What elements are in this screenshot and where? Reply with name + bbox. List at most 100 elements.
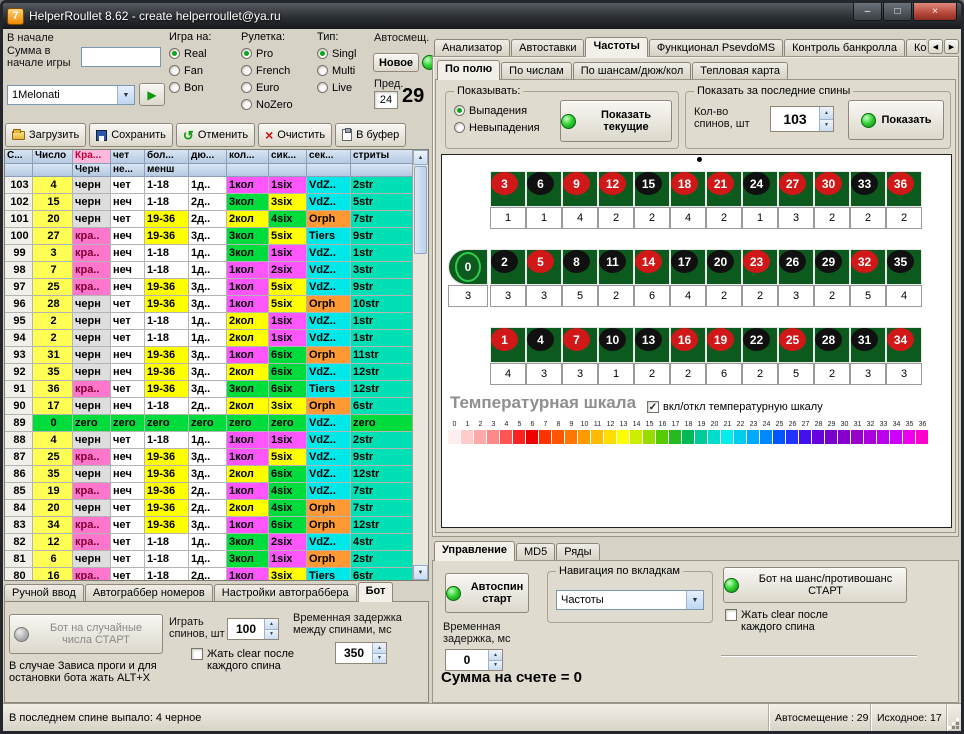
field-count-15: 2 [634, 207, 670, 229]
spin-row[interactable]: 10120чернчет19-362д..2кол4sixOrph7str [5, 211, 428, 228]
game-option-0[interactable]: Real [169, 45, 237, 62]
clear-after-spin-checkbox[interactable]: Жать clear после каждого спина [725, 609, 845, 633]
play-button[interactable]: ▶ [139, 83, 165, 106]
clear-after-spin-checkbox[interactable]: Жать clear после каждого спина [191, 648, 295, 672]
combo-arrow-icon[interactable]: ▼ [686, 591, 703, 609]
toolbar-load-button[interactable]: Загрузить [5, 123, 86, 147]
spin-row[interactable]: 987кра..неч1-181д..1кол2sixVdZ..3str [5, 262, 428, 279]
spin-row[interactable]: 816чернчет1-181д..3кол1sixOrph2str [5, 551, 428, 568]
roulette-option-1[interactable]: French [241, 62, 313, 79]
show-current-button[interactable]: Показать текущие [560, 100, 672, 142]
spin-up-button[interactable]: ▲ [489, 650, 502, 661]
tabs-scroll-right-button[interactable]: ▶ [944, 39, 959, 54]
spin-row[interactable]: 9017черннеч1-182д..2кол3sixOrph6str [5, 398, 428, 415]
toolbar-copy-buffer-button[interactable]: В буфер [335, 123, 406, 147]
freq-tab-2[interactable]: По шансам/дюж/кол [573, 62, 692, 80]
combo-arrow-icon[interactable]: ▼ [117, 86, 134, 104]
control-tab-2[interactable]: Ряды [556, 543, 599, 561]
temperature-scale-checkbox[interactable]: ✓ вкл/откл температурную шкалу [647, 401, 867, 413]
main-tab-5[interactable]: Колесо [906, 39, 926, 57]
spin-up-button[interactable]: ▲ [373, 643, 386, 654]
show-option-1[interactable]: Невыпадения [454, 119, 540, 136]
type-option-0[interactable]: Singl [317, 45, 371, 62]
spin-row[interactable]: 1034чернчет1-181д..1кол1sixVdZ..2str [5, 177, 428, 194]
titlebar[interactable]: 7 HelperRoullet 8.62 - create helperroul… [3, 3, 961, 29]
main-tab-3[interactable]: Функционал PsevdoMS [649, 39, 783, 57]
input-tab-0[interactable]: Ручной ввод [4, 584, 84, 602]
table-scrollbar[interactable]: ▲ ▼ [412, 150, 428, 580]
tabs-scroll-left-button[interactable]: ◀ [928, 39, 943, 54]
toolbar-save-button[interactable]: Сохранить [89, 123, 173, 147]
spin-row[interactable]: 942чернчет1-181д..2кол1sixVdZ..1str [5, 330, 428, 347]
freq-tab-0[interactable]: По полю [437, 60, 500, 80]
spin-row[interactable]: 8519кра..неч19-362д..1кол4sixVdZ..7str [5, 483, 428, 500]
type-option-2[interactable]: Live [317, 79, 371, 96]
spin-row[interactable]: 10215черннеч1-182д..3кол3sixVdZ..5str [5, 194, 428, 211]
game-option-2[interactable]: Bon [169, 79, 237, 96]
roulette-option-0[interactable]: Pro [241, 45, 313, 62]
spin-down-button[interactable]: ▼ [373, 654, 386, 664]
spins-count-value[interactable]: 100 [228, 619, 264, 639]
toolbar-clear-button[interactable]: ×Очистить [258, 123, 332, 147]
main-tab-0[interactable]: Анализатор [434, 39, 510, 57]
new-autoshift-button[interactable]: Новое [373, 53, 419, 72]
spin-delay-value[interactable]: 350 [336, 643, 372, 663]
resize-grip[interactable] [947, 704, 961, 731]
preset-combo[interactable]: 1Melonati ▼ [7, 85, 135, 105]
scroll-up-icon[interactable]: ▲ [413, 150, 428, 165]
spin-row[interactable]: 993кра..неч1-181д..3кол1sixVdZ..1str [5, 245, 428, 262]
spin-row[interactable]: 10027кра..неч19-363д..3кол5sixTiers9str [5, 228, 428, 245]
last-spins-value[interactable]: 103 [771, 107, 819, 131]
spin-row[interactable]: 8635черннеч19-363д..2кол6sixVdZ..12str [5, 466, 428, 483]
freq-tab-3[interactable]: Тепловая карта [692, 62, 788, 80]
freq-tab-1[interactable]: По числам [501, 62, 572, 80]
maximize-button[interactable]: □ [883, 3, 912, 21]
spin-row[interactable]: 8420чернчет19-362д..2кол4sixOrph7str [5, 500, 428, 517]
control-tab-1[interactable]: MD5 [516, 543, 555, 561]
main-tab-4[interactable]: Контроль банкролла [784, 39, 905, 57]
field-number-25: 25 [778, 327, 814, 363]
color-cell: кра.. [73, 279, 111, 296]
roulette-option-3[interactable]: NoZero [241, 96, 313, 113]
spin-up-button[interactable]: ▲ [265, 619, 278, 630]
spin-row[interactable]: 9725кра..неч19-363д..1кол5sixVdZ..9str [5, 279, 428, 296]
spin-row[interactable]: 952чернчет1-181д..2кол1sixVdZ..1str [5, 313, 428, 330]
spin-down-button[interactable]: ▼ [820, 120, 833, 132]
control-delay-value[interactable]: 0 [446, 650, 488, 670]
spin-row[interactable]: 8016кра..чет1-182д..1кол3sixTiers6str [5, 568, 428, 581]
start-sum-input[interactable] [81, 47, 161, 67]
close-button[interactable]: × [913, 3, 957, 21]
spin-row[interactable]: 8212кра..чет1-181д..3кол2sixVdZ..4str [5, 534, 428, 551]
roulette-option-2[interactable]: Euro [241, 79, 313, 96]
spin-row[interactable]: 884чернчет1-181д..1кол1sixVdZ..2str [5, 432, 428, 449]
tab-navigation-combo[interactable]: Частоты ▼ [556, 590, 704, 610]
input-tab-2[interactable]: Настройки автограббера [214, 584, 357, 602]
spin-row[interactable]: 890zerozerozerozerozerozeroVdZ..zero [5, 415, 428, 432]
control-tab-0[interactable]: Управление [434, 541, 515, 561]
spin-row[interactable]: 9628чернчет19-363д..1кол5sixOrph10str [5, 296, 428, 313]
main-tab-1[interactable]: Автоставки [511, 39, 584, 57]
spin-up-button[interactable]: ▲ [820, 107, 833, 120]
spin-down-button[interactable]: ▼ [265, 630, 278, 640]
show-option-0[interactable]: Выпадения [454, 102, 540, 119]
minimize-button[interactable]: – [853, 3, 882, 21]
scale-step-34: 34 [890, 421, 903, 444]
spins-table[interactable]: С...ЧислоКра...четбол...дю...кол...сик..… [4, 149, 429, 581]
input-tab-3[interactable]: Бот [358, 582, 394, 602]
toolbar-undo-button[interactable]: ↺Отменить [176, 123, 255, 147]
input-tab-1[interactable]: Автограббер номеров [85, 584, 213, 602]
game-option-1[interactable]: Fan [169, 62, 237, 79]
spin-row[interactable]: 9331черннеч19-363д..1кол6sixOrph11str [5, 347, 428, 364]
spin-row[interactable]: 9235черннеч19-363д..2кол6sixVdZ..12str [5, 364, 428, 381]
scroll-thumb[interactable] [414, 166, 427, 254]
scroll-down-icon[interactable]: ▼ [413, 565, 428, 580]
spin-row[interactable]: 9136кра..чет19-363д..3кол6sixTiers12str [5, 381, 428, 398]
main-tab-2[interactable]: Частоты [585, 37, 647, 57]
show-button[interactable]: Показать [848, 100, 944, 140]
type-option-1[interactable]: Multi [317, 62, 371, 79]
random-bot-start-button[interactable]: Бот на случайные числа СТАРТ [9, 614, 163, 654]
chance-bot-start-button[interactable]: Бот на шанс/противошанс СТАРТ [723, 567, 907, 603]
spin-row[interactable]: 8725кра..неч19-363д..1кол5sixVdZ..9str [5, 449, 428, 466]
autospin-start-button[interactable]: Автоспин старт [445, 573, 529, 613]
spin-row[interactable]: 8334кра..чет19-363д..1кол6sixOrph12str [5, 517, 428, 534]
